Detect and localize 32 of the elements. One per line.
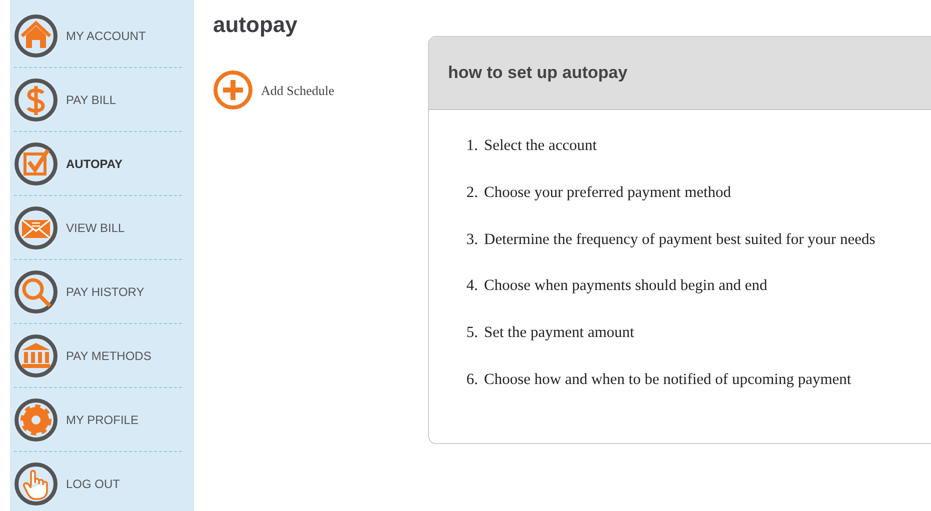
checkbox-icon xyxy=(14,142,58,186)
add-icon xyxy=(213,70,253,110)
step-text: Choose when payments should begin and end xyxy=(484,276,768,296)
step-number: 6. xyxy=(465,370,479,390)
gear-icon xyxy=(14,398,58,442)
dollar-icon xyxy=(14,78,58,122)
step-number: 4. xyxy=(465,276,479,296)
magnifier-icon xyxy=(14,270,58,314)
sidebar-item[interactable]: PAY HISTORY xyxy=(14,260,182,324)
step-text: Choose your preferred payment method xyxy=(484,182,732,203)
step-text: Choose how and when to be notified of upcoming payment xyxy=(484,370,852,390)
card-title: how to set up autopay xyxy=(448,62,628,84)
page-title: autopay xyxy=(213,12,298,38)
sidebar-item[interactable]: LOG OUT xyxy=(14,452,182,511)
sidebar-item[interactable]: PAY BILL xyxy=(14,68,182,132)
step-number: 5. xyxy=(465,323,479,344)
add-schedule-button[interactable]: Add Schedule xyxy=(213,70,334,110)
sidebar-item[interactable]: PAY METHODS xyxy=(14,324,182,388)
house-icon xyxy=(14,14,58,58)
sidebar-item[interactable]: MY ACCOUNT xyxy=(14,4,182,68)
step-text: Select the account xyxy=(484,136,597,156)
hand-pointer-icon xyxy=(14,462,58,506)
step-number: 2. xyxy=(465,182,479,203)
envelope-icon xyxy=(14,206,58,250)
sidebar-item[interactable]: MY PROFILE xyxy=(14,388,182,452)
sidebar-item[interactable]: AUTOPAY xyxy=(14,132,182,196)
step-text: Set the payment amount xyxy=(484,323,634,344)
step-text: Determine the frequency of payment best suited for your needs xyxy=(484,230,876,250)
step-number: 3. xyxy=(465,230,479,250)
step-number: 1. xyxy=(465,136,479,156)
sidebar-item[interactable]: VIEW BILL xyxy=(14,196,182,260)
bank-icon xyxy=(14,334,58,378)
